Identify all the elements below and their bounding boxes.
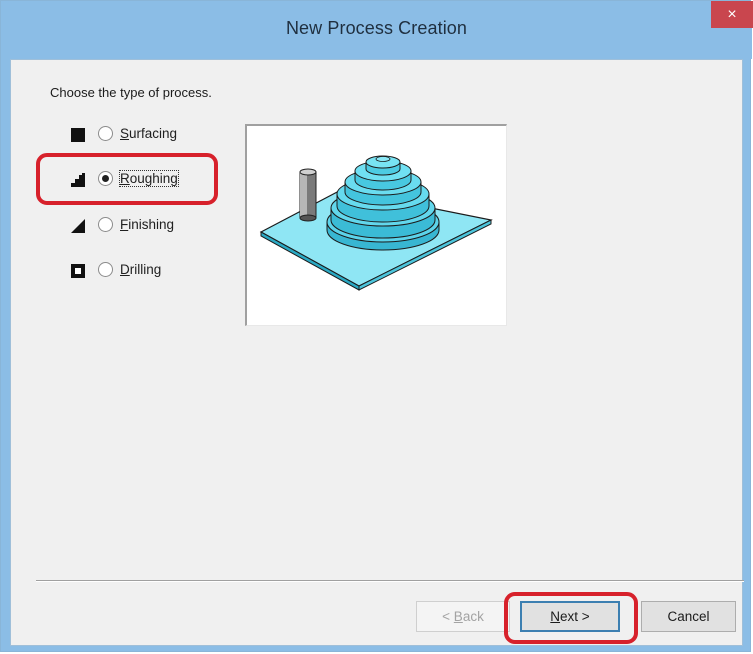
drilling-label: Drilling (120, 262, 162, 277)
close-icon: × (727, 6, 737, 23)
dialog-body: Choose the type of process. Surfacing Ro… (10, 59, 744, 646)
dialog-window: New Process Creation × Choose the type o… (0, 0, 753, 652)
title-bar[interactable]: New Process Creation × (1, 1, 753, 59)
instruction-text: Choose the type of process. (50, 85, 212, 100)
finishing-radio[interactable] (98, 217, 113, 232)
window-title: New Process Creation (285, 18, 468, 38)
roughing-highlight (36, 153, 218, 205)
process-preview (245, 124, 507, 326)
footer-separator (36, 580, 744, 582)
surfacing-radio[interactable] (98, 126, 113, 141)
cancel-button[interactable]: Cancel (641, 601, 736, 632)
close-button[interactable]: × (711, 1, 753, 28)
roughing-preview-image (259, 155, 493, 291)
drilling-radio[interactable] (98, 262, 113, 277)
drilling-icon (71, 264, 85, 278)
finishing-icon (71, 219, 85, 233)
next-highlight (504, 592, 638, 644)
surfacing-label: Surfacing (120, 126, 178, 141)
surfacing-icon (71, 128, 85, 142)
finishing-label: Finishing (120, 217, 175, 232)
back-button[interactable]: < Back (416, 601, 510, 632)
